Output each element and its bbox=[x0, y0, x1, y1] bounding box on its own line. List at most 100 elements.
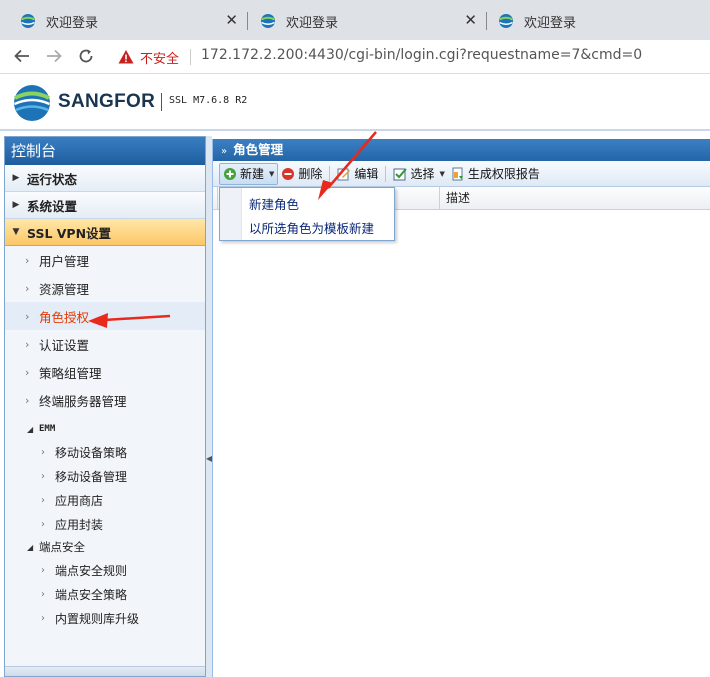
sidebar-item-label: 移动设备策略 bbox=[55, 445, 128, 460]
browser-tab[interactable]: 欢迎登录 ✕ bbox=[0, 4, 246, 38]
sidebar-item-users[interactable]: › 用户管理 bbox=[5, 246, 205, 274]
sidebar-item-label: 认证设置 bbox=[39, 337, 90, 353]
sidebar-item-label: 终端服务器管理 bbox=[39, 393, 127, 409]
sidebar-item-label: 端点安全规则 bbox=[55, 563, 128, 578]
browser-tab-bar: 欢迎登录 ✕ 欢迎登录 ✕ 欢迎登录 bbox=[0, 0, 710, 40]
reload-icon[interactable] bbox=[76, 47, 96, 67]
generate-report-button[interactable]: 生成权限报告 bbox=[448, 163, 543, 185]
back-arrow-icon[interactable] bbox=[12, 47, 32, 67]
select-button[interactable]: 选择 ▼ bbox=[390, 163, 447, 185]
chevron-right-icon: › bbox=[25, 309, 30, 323]
sidebar-item-endpoint-rules[interactable]: › 端点安全规则 bbox=[5, 558, 205, 582]
sidebar-item-terminal-servers[interactable]: › 终端服务器管理 bbox=[5, 386, 205, 414]
collapse-triangle-icon: ◢ bbox=[27, 424, 34, 434]
sidebar-item-app-wrapping[interactable]: › 应用封装 bbox=[5, 512, 205, 536]
sidebar-group-status[interactable]: ▶ 运行状态 bbox=[5, 165, 205, 192]
chevron-right-icon: › bbox=[41, 588, 45, 600]
delete-circle-icon bbox=[282, 167, 295, 180]
sangfor-logo-icon bbox=[13, 85, 51, 121]
edit-button[interactable]: 编辑 bbox=[334, 163, 381, 185]
expand-arrow-icon: ▶ bbox=[12, 200, 20, 210]
sidebar-item-roles[interactable]: › 角色授权 bbox=[5, 302, 205, 330]
report-button-label: 生成权限报告 bbox=[467, 167, 540, 181]
chevron-right-icon: › bbox=[41, 446, 45, 458]
sidebar-item-auth[interactable]: › 认证设置 bbox=[5, 330, 205, 358]
sidebar-item-label: 内置规则库升级 bbox=[55, 611, 140, 626]
subgroup-label: EMM bbox=[39, 424, 56, 434]
chevron-right-icon: › bbox=[25, 365, 30, 379]
sidebar-item-app-store[interactable]: › 应用商店 bbox=[5, 488, 205, 512]
sidebar-item-label: 应用封装 bbox=[55, 517, 104, 532]
chevron-right-icon: › bbox=[25, 337, 30, 351]
chevron-right-icon: › bbox=[41, 518, 45, 530]
chevron-right-icon: › bbox=[25, 281, 30, 295]
sidebar-item-mobile-devices[interactable]: › 移动设备管理 bbox=[5, 464, 205, 488]
sangfor-favicon-icon bbox=[499, 14, 513, 28]
dropdown-caret-icon[interactable]: ▼ bbox=[439, 170, 444, 178]
grid-col-description[interactable]: 描述 bbox=[439, 187, 710, 210]
sidebar-subgroup-endpoint[interactable]: ◢ 端点安全 bbox=[5, 536, 205, 558]
sangfor-favicon-icon bbox=[261, 14, 275, 28]
group-label: 系统设置 bbox=[27, 198, 78, 214]
menu-item-new-role[interactable]: 新建角色 bbox=[249, 194, 299, 213]
sidebar-item-label: 资源管理 bbox=[39, 281, 90, 297]
forward-arrow-icon[interactable] bbox=[44, 47, 64, 67]
sidebar-item-endpoint-policy[interactable]: › 端点安全策略 bbox=[5, 582, 205, 606]
logo-divider bbox=[161, 93, 162, 111]
add-circle-icon bbox=[224, 167, 236, 180]
sidebar-group-ssl-vpn[interactable]: ▼ SSL VPN设置 bbox=[5, 219, 205, 246]
collapse-triangle-icon: ◢ bbox=[27, 542, 34, 552]
delete-button[interactable]: 删除 bbox=[278, 163, 325, 185]
group-label: SSL VPN设置 bbox=[27, 225, 112, 241]
address-bar: 不安全 172.172.2.200:4430/cgi-bin/login.cgi… bbox=[0, 40, 710, 74]
sidebar-item-rule-library-upgrade[interactable]: › 内置规则库升级 bbox=[5, 606, 205, 630]
panel-title-bar: » 角色管理 bbox=[213, 139, 710, 161]
brand-name: SANGFOR bbox=[58, 91, 156, 112]
chevron-right-icon: › bbox=[41, 494, 45, 506]
chevron-right-icon: › bbox=[25, 393, 30, 407]
menu-item-new-from-template[interactable]: 以所选角色为模板新建 bbox=[249, 218, 374, 237]
page-title: 角色管理 bbox=[233, 142, 284, 157]
sidebar-item-label: 角色授权 bbox=[39, 309, 90, 325]
toolbar: 新建 ▼ 删除 编辑 选择 ▼ 生成权限报告 bbox=[213, 161, 710, 187]
toolbar-divider bbox=[385, 165, 387, 182]
tab-close-icon[interactable]: ✕ bbox=[225, 12, 238, 28]
sidebar-item-resources[interactable]: › 资源管理 bbox=[5, 274, 205, 302]
collapse-arrow-icon: ▼ bbox=[12, 227, 20, 237]
select-button-label: 选择 bbox=[410, 167, 435, 181]
sidebar-group-system[interactable]: ▶ 系统设置 bbox=[5, 192, 205, 219]
new-button[interactable]: 新建 ▼ bbox=[219, 162, 279, 185]
chevron-right-icon: › bbox=[25, 253, 30, 267]
tab-title: 欢迎登录 bbox=[286, 15, 339, 31]
sangfor-favicon-icon bbox=[21, 14, 35, 28]
edit-icon bbox=[337, 168, 351, 180]
warning-icon[interactable] bbox=[118, 49, 134, 65]
tab-close-icon[interactable]: ✕ bbox=[464, 12, 477, 28]
new-dropdown-menu: 新建角色 以所选角色为模板新建 bbox=[219, 187, 395, 241]
chevron-right-icon: › bbox=[41, 612, 45, 624]
url-input[interactable]: 172.172.2.200:4430/cgi-bin/login.cgi?req… bbox=[201, 47, 642, 63]
sidebar-footer-group bbox=[5, 666, 205, 676]
double-chevron-icon: » bbox=[221, 146, 228, 157]
dropdown-caret-icon[interactable]: ▼ bbox=[269, 170, 274, 178]
subgroup-label: 端点安全 bbox=[39, 540, 85, 554]
sidebar-title: 控制台 bbox=[5, 137, 205, 165]
delete-button-label: 删除 bbox=[298, 167, 323, 181]
security-status-label[interactable]: 不安全 bbox=[140, 48, 179, 67]
tab-title: 欢迎登录 bbox=[46, 15, 99, 31]
chevron-right-icon: › bbox=[41, 470, 45, 482]
browser-tab[interactable]: 欢迎登录 ✕ bbox=[240, 4, 485, 38]
sidebar: 控制台 ▶ 运行状态 ▶ 系统设置 ▼ SSL VPN设置 › 用户管理 › 资… bbox=[4, 136, 206, 677]
sidebar-item-label: 移动设备管理 bbox=[55, 469, 128, 484]
sidebar-item-mobile-policy[interactable]: › 移动设备策略 bbox=[5, 440, 205, 464]
checkbox-icon bbox=[393, 167, 408, 180]
sidebar-item-label: 端点安全策略 bbox=[55, 587, 128, 602]
new-button-label: 新建 bbox=[240, 167, 265, 181]
sidebar-subgroup-emm[interactable]: ◢ EMM bbox=[5, 418, 205, 440]
sidebar-item-policy-groups[interactable]: › 策略组管理 bbox=[5, 358, 205, 386]
chevron-right-icon: › bbox=[41, 564, 45, 576]
report-icon bbox=[452, 167, 463, 180]
browser-tab[interactable]: 欢迎登录 bbox=[478, 4, 710, 38]
expand-arrow-icon: ▶ bbox=[12, 173, 20, 183]
url-divider bbox=[190, 49, 191, 65]
